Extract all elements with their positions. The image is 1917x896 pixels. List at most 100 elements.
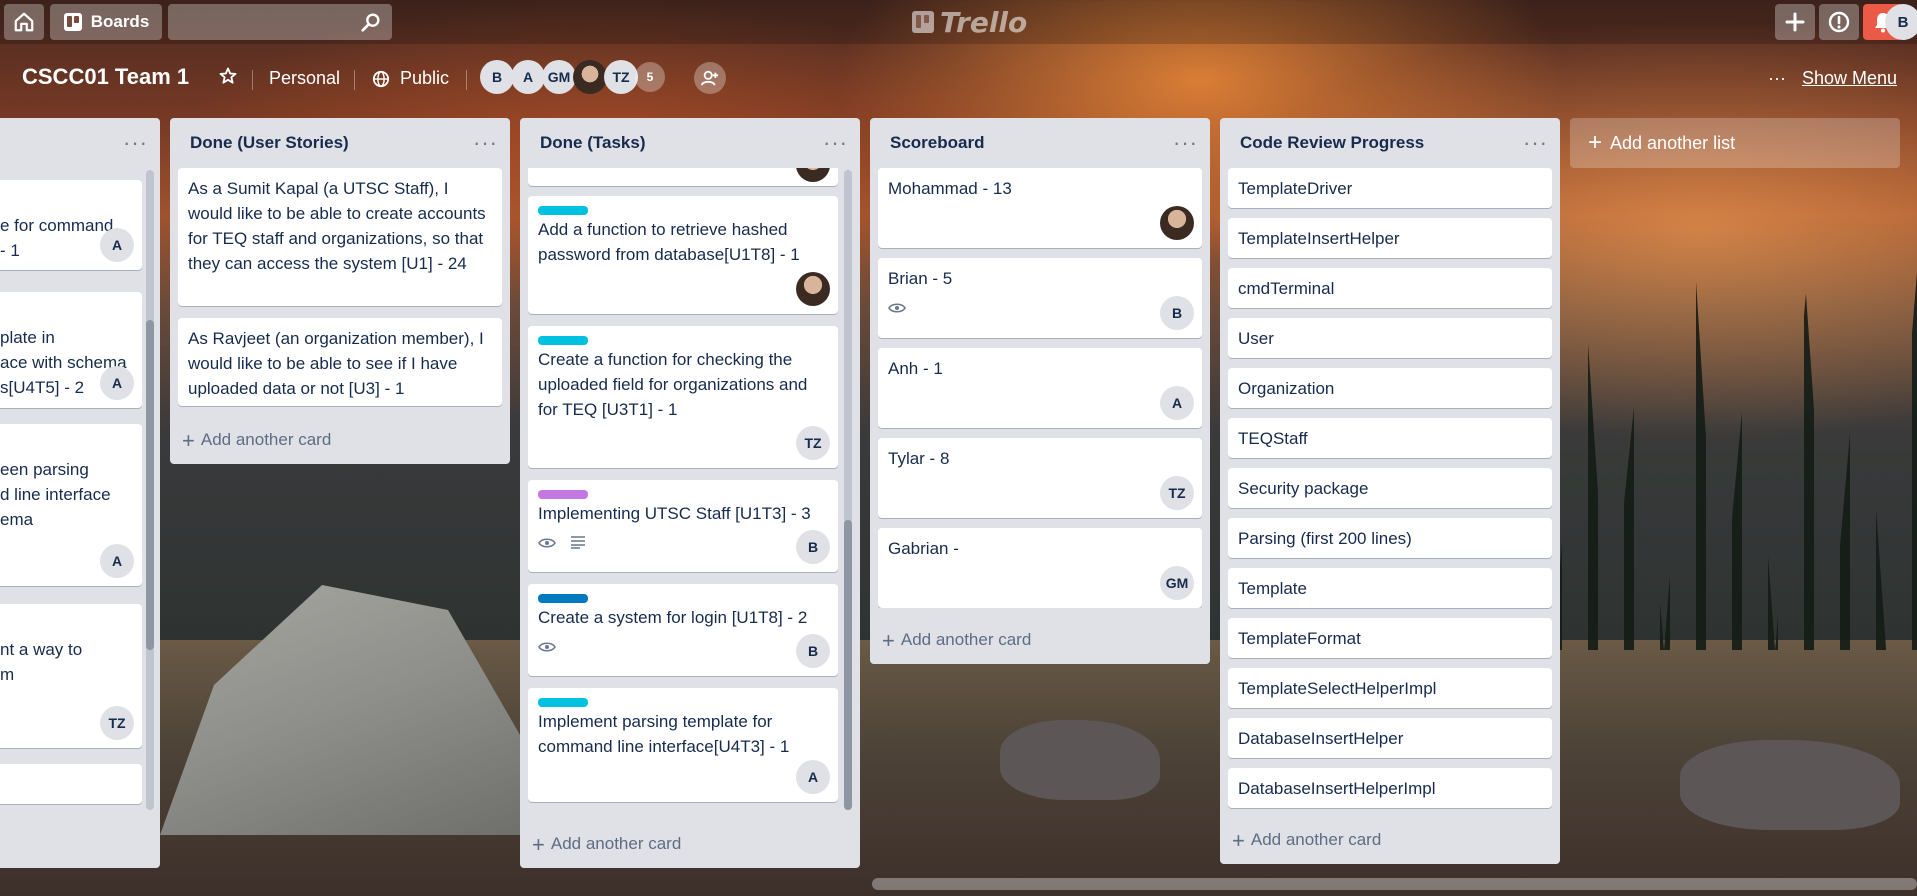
card[interactable]: TEQStaff	[1228, 418, 1552, 458]
header-divider	[466, 70, 467, 90]
list-menu-icon[interactable]: ···	[823, 132, 848, 154]
card[interactable]: Create a system for login [U1T8] - 2 B	[528, 584, 838, 676]
card-member-avatar[interactable]: B	[796, 530, 830, 564]
list-scrollbar[interactable]	[146, 170, 154, 810]
card-member-avatar[interactable]: A	[100, 544, 134, 578]
card-member-avatar-photo[interactable]	[796, 168, 830, 182]
list-title[interactable]: Scoreboard	[890, 133, 984, 153]
card[interactable]: TemplateInsertHelper	[1228, 218, 1552, 258]
card-member-avatar[interactable]: TZ	[1160, 476, 1194, 510]
watch-eye-icon	[538, 636, 556, 661]
list-done-tasks: Done (Tasks) ··· Add a function to retri…	[520, 118, 860, 868]
show-menu-button[interactable]: ··· Show Menu	[1768, 68, 1897, 89]
card[interactable]: TemplateDriver	[1228, 168, 1552, 208]
list-header: Done (Tasks) ···	[520, 118, 860, 168]
add-card-button[interactable]: + Add another card	[182, 429, 331, 451]
card[interactable]: Organization	[1228, 368, 1552, 408]
member-avatar[interactable]: TZ	[604, 60, 638, 94]
trello-logo[interactable]: Trello	[912, 6, 1027, 39]
member-avatar-photo[interactable]	[573, 60, 607, 94]
add-list-button[interactable]: + Add another list	[1570, 118, 1900, 168]
card[interactable]: Template	[1228, 568, 1552, 608]
list-menu-icon[interactable]: ···	[473, 132, 498, 154]
list-menu-icon[interactable]: ···	[1523, 132, 1548, 154]
member-avatar[interactable]: A	[511, 60, 545, 94]
card[interactable]: DatabaseInsertHelperImpl	[1228, 768, 1552, 808]
card-member-avatar[interactable]: A	[100, 228, 134, 262]
card[interactable]: plate in ace with schema s[U4T5] - 2 A	[0, 292, 142, 408]
list-menu-icon[interactable]: ···	[123, 132, 148, 154]
card[interactable]: TemplateSelectHelperImpl	[1228, 668, 1552, 708]
globe-icon	[372, 70, 390, 87]
user-avatar[interactable]: B	[1885, 4, 1917, 40]
card-member-avatar[interactable]: A	[100, 366, 134, 400]
card[interactable]: Create a function for checking the uploa…	[528, 326, 838, 468]
more-dots-icon: ···	[1767, 68, 1786, 88]
board-title[interactable]: CSCC01 Team 1	[22, 64, 189, 90]
home-button[interactable]	[4, 4, 44, 40]
member-avatar[interactable]: B	[480, 60, 514, 94]
team-visibility-button[interactable]: Personal	[269, 68, 340, 89]
list-title[interactable]: Code Review Progress	[1240, 133, 1424, 153]
card-member-avatar[interactable]: A	[796, 760, 830, 794]
card-title: Template	[1238, 579, 1307, 598]
card[interactable]	[528, 168, 838, 186]
plus-icon: +	[1232, 827, 1245, 853]
trello-logo-icon	[912, 11, 934, 33]
card[interactable]	[0, 764, 142, 804]
card-member-avatar-photo[interactable]	[796, 272, 830, 306]
card-member-avatar[interactable]: TZ	[796, 426, 830, 460]
card-member-avatar[interactable]: B	[1160, 296, 1194, 330]
card-title: Organization	[1238, 379, 1335, 398]
card-member-avatar[interactable]: TZ	[100, 706, 134, 740]
card[interactable]: Mohammad - 13	[878, 168, 1202, 248]
card-member-avatar[interactable]: A	[1160, 386, 1194, 420]
list-header: Done (User Stories) ···	[170, 118, 510, 168]
card[interactable]: e for command - 1 A	[0, 180, 142, 270]
create-button[interactable]	[1775, 4, 1815, 40]
info-button[interactable]	[1819, 4, 1859, 40]
card[interactable]: Brian - 5 B	[878, 258, 1202, 338]
list-header: Code Review Progress ···	[1220, 118, 1560, 168]
list-title[interactable]: Done (User Stories)	[190, 133, 349, 153]
card[interactable]: Implement parsing template for command l…	[528, 688, 838, 802]
boards-button[interactable]: Boards	[50, 4, 162, 40]
list-scrollbar-thumb[interactable]	[844, 520, 852, 810]
card[interactable]: Tylar - 8 TZ	[878, 438, 1202, 518]
list-partial: ··· e for command - 1 A plate in ace wit…	[0, 118, 160, 868]
list-scrollbar[interactable]	[844, 170, 852, 810]
member-avatar[interactable]: GM	[542, 60, 576, 94]
card-title: cmdTerminal	[1238, 279, 1335, 298]
add-card-button[interactable]: + Add another card	[1232, 827, 1381, 853]
card[interactable]: DatabaseInsertHelper	[1228, 718, 1552, 758]
star-icon[interactable]	[218, 66, 238, 92]
board-horizontal-scrollbar[interactable]	[872, 878, 1917, 890]
card[interactable]: Implementing UTSC Staff [U1T3] - 3 B	[528, 480, 838, 572]
add-card-button[interactable]: + Add another card	[532, 833, 681, 855]
list-scrollbar-thumb[interactable]	[146, 320, 154, 650]
card[interactable]: nt a way to m TZ	[0, 604, 142, 748]
search-input[interactable]	[168, 4, 392, 40]
card[interactable]: Anh - 1 A	[878, 348, 1202, 428]
card[interactable]: cmdTerminal	[1228, 268, 1552, 308]
card[interactable]: Add a function to retrieve hashed passwo…	[528, 196, 838, 314]
add-card-button[interactable]: + Add another card	[882, 629, 1031, 651]
card-title: User	[1238, 329, 1274, 348]
member-count-badge[interactable]: 5	[635, 62, 665, 92]
card[interactable]: Security package	[1228, 468, 1552, 508]
card[interactable]: As Ravjeet (an organization member), I w…	[178, 318, 502, 406]
card[interactable]: Parsing (first 200 lines)	[1228, 518, 1552, 558]
info-icon	[1828, 11, 1850, 33]
card-member-avatar[interactable]: B	[796, 634, 830, 668]
list-title[interactable]: Done (Tasks)	[540, 133, 646, 153]
public-visibility-button[interactable]: Public	[372, 68, 449, 89]
card[interactable]: Gabrian - GM	[878, 528, 1202, 608]
card-member-avatar-photo[interactable]	[1160, 206, 1194, 240]
card-member-avatar[interactable]: GM	[1160, 566, 1194, 600]
invite-member-button[interactable]	[694, 62, 726, 94]
card[interactable]: User	[1228, 318, 1552, 358]
card[interactable]: As a Sumit Kapal (a UTSC Staff), I would…	[178, 168, 502, 306]
list-menu-icon[interactable]: ···	[1173, 132, 1198, 154]
card[interactable]: een parsing d line interface ema A	[0, 424, 142, 586]
card[interactable]: TemplateFormat	[1228, 618, 1552, 658]
